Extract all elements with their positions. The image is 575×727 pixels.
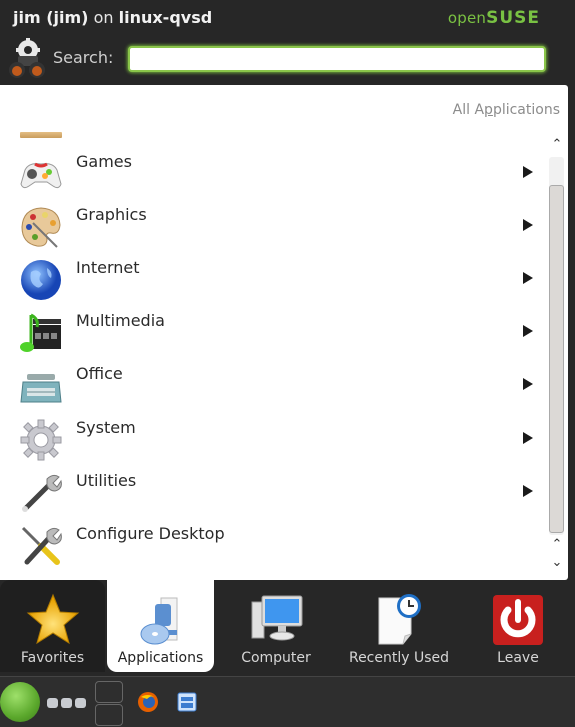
search-label: Search:	[53, 48, 114, 67]
category-label: Utilities	[76, 471, 137, 490]
panel-title: All Applications	[453, 102, 560, 118]
user-host-title: jim (jim) on linux-qvsd	[13, 8, 212, 27]
search-input[interactable]	[128, 46, 546, 72]
brand-suse-text: SUSE	[486, 8, 540, 28]
submenu-arrow-icon	[523, 166, 533, 178]
opensuse-logo: openSUSE	[448, 8, 540, 28]
multimedia-icon	[20, 313, 61, 352]
computer-icon	[251, 595, 303, 641]
scroll-up-top-icon[interactable]: ⌃	[549, 137, 565, 152]
tab-leave[interactable]: Leave	[470, 580, 566, 672]
activity-dot	[47, 698, 58, 708]
typewriter-icon	[20, 374, 62, 403]
category-internet[interactable]: Internet	[0, 253, 545, 306]
pager-desktop-1[interactable]	[95, 681, 123, 703]
recent-document-icon	[378, 594, 421, 645]
category-system[interactable]: System	[0, 413, 545, 466]
scrolled-item-icon	[20, 132, 62, 138]
category-multimedia[interactable]: Multimedia	[0, 306, 545, 359]
brand-open-text: open	[447, 9, 487, 27]
tab-computer[interactable]: Computer	[216, 580, 336, 672]
category-label: Office	[76, 364, 123, 383]
tab-label: Computer	[241, 650, 311, 666]
panel-title-suffix: plications	[492, 102, 560, 118]
panel-title-prefix: All A	[452, 102, 485, 118]
category-label: Internet	[76, 258, 140, 277]
submenu-arrow-icon	[523, 378, 533, 390]
submenu-arrow-icon	[523, 485, 533, 497]
host-name: linux-qvsd	[118, 8, 213, 27]
globe-icon	[21, 260, 61, 300]
submenu-arrow-icon	[523, 325, 533, 337]
category-label: Multimedia	[76, 311, 165, 330]
category-label: Games	[76, 152, 132, 171]
category-games[interactable]: Games	[0, 147, 545, 200]
tab-favorites[interactable]: Favorites	[0, 580, 105, 672]
scroll-up-icon[interactable]: ⌃	[549, 537, 565, 552]
user-name: jim (jim)	[13, 8, 89, 27]
activity-dot	[61, 698, 72, 708]
firefox-icon[interactable]	[137, 691, 159, 713]
tab-label: Applications	[117, 650, 204, 666]
submenu-arrow-icon	[523, 219, 533, 231]
activity-dot	[75, 698, 86, 708]
power-icon	[493, 595, 543, 645]
tab-label: Leave	[497, 650, 539, 666]
app-label: Configure Desktop	[76, 524, 225, 543]
category-office[interactable]: Office	[0, 359, 545, 412]
opensuse-menu-button[interactable]	[0, 682, 40, 722]
tab-applications[interactable]: Applications	[107, 580, 214, 672]
applications-panel: All Applications Games Graphics Internet…	[0, 85, 568, 580]
panel-title-accel: p	[484, 102, 493, 118]
scroll-down-icon[interactable]: ⌄	[549, 555, 565, 570]
tab-label: Recently Used	[348, 650, 450, 666]
scrollbar-thumb[interactable]	[549, 185, 564, 533]
binoculars-gear-icon	[9, 38, 45, 78]
app-configure-desktop[interactable]: Configure Desktop	[0, 519, 545, 572]
application-launcher-menu: jim (jim) on linux-qvsd openSUSE Search:…	[0, 0, 575, 676]
palette-icon	[21, 207, 61, 248]
submenu-arrow-icon	[523, 432, 533, 444]
pager-desktop-2[interactable]	[95, 704, 123, 726]
gear-icon	[20, 419, 62, 461]
category-graphics[interactable]: Graphics	[0, 200, 545, 253]
configure-tools-icon	[21, 526, 62, 565]
wrench-icon	[22, 474, 62, 512]
file-manager-icon[interactable]	[177, 692, 197, 712]
category-label: System	[76, 418, 136, 437]
taskbar	[0, 676, 575, 727]
submenu-arrow-icon	[523, 272, 533, 284]
star-icon	[26, 593, 79, 645]
on-text: on	[93, 8, 114, 27]
category-utilities[interactable]: Utilities	[0, 466, 545, 519]
applications-icon	[140, 597, 177, 645]
category-label: Graphics	[76, 205, 147, 224]
tab-label: Favorites	[20, 650, 85, 666]
tab-recently-used[interactable]: Recently Used	[338, 580, 460, 672]
gamepad-icon	[20, 162, 62, 189]
